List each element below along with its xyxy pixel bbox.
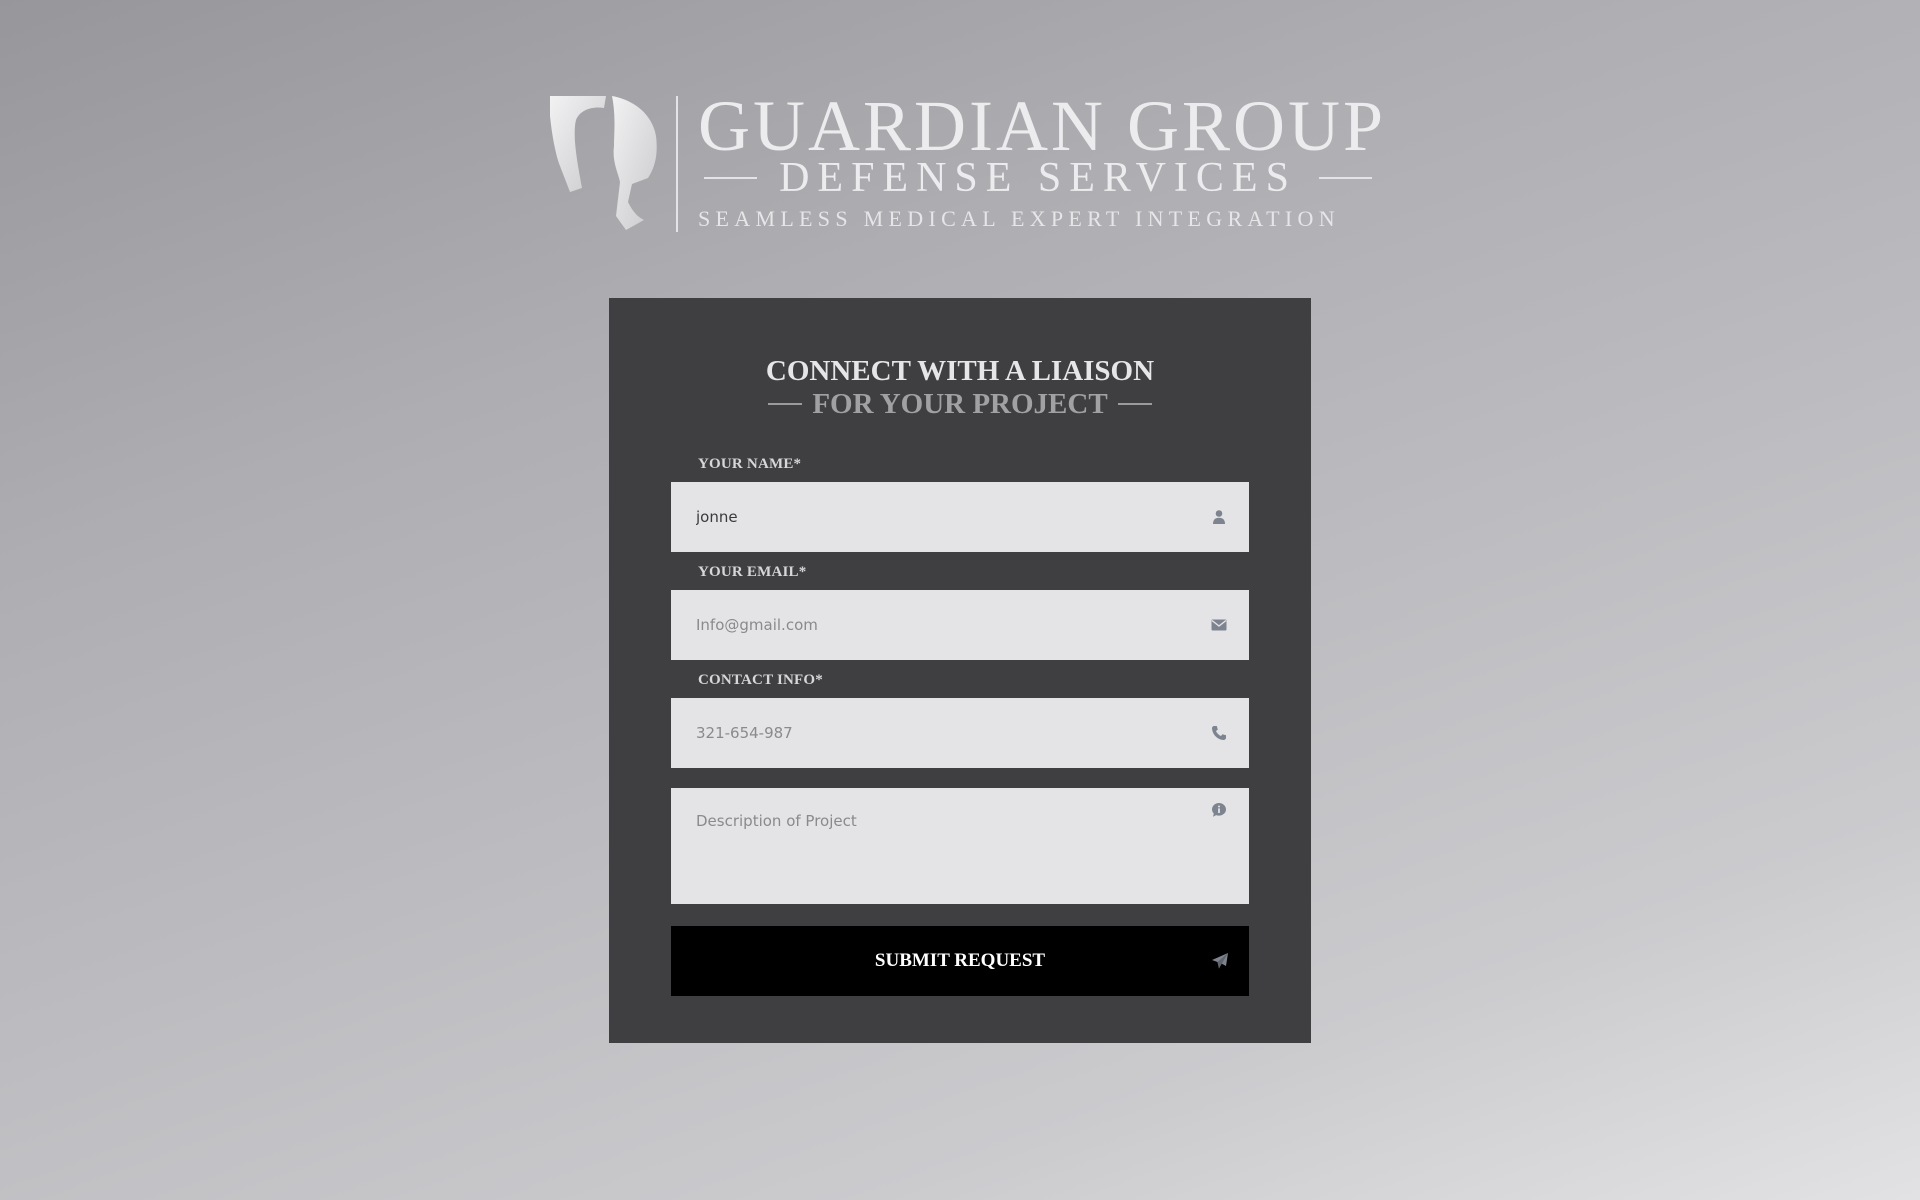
form-heading: CONNECT WITH A LIAISON <box>765 355 1155 387</box>
form-subheading: FOR YOUR PROJECT <box>812 388 1108 420</box>
envelope-icon <box>1211 617 1227 633</box>
logo-subtitle: DEFENSE SERVICES <box>779 155 1297 201</box>
paper-plane-icon <box>1211 952 1229 970</box>
contact-form-card: CONNECT WITH A LIAISON FOR YOUR PROJECT … <box>609 298 1311 1043</box>
contact-label: CONTACT INFO* <box>698 672 823 688</box>
info-bubble-icon <box>1211 802 1227 818</box>
phone-icon <box>1211 725 1227 741</box>
logo-rule-left <box>704 177 758 179</box>
description-field[interactable] <box>671 788 1249 904</box>
description-textarea[interactable] <box>671 788 1249 904</box>
subheading-dash-left <box>768 403 803 405</box>
name-input[interactable] <box>671 482 1249 552</box>
spartan-helmet-icon <box>548 96 660 232</box>
name-label: YOUR NAME* <box>698 456 802 472</box>
contact-field[interactable] <box>671 698 1249 768</box>
logo-rule-right <box>1318 177 1373 179</box>
email-field[interactable] <box>671 590 1249 660</box>
contact-input[interactable] <box>671 698 1249 768</box>
name-field[interactable] <box>671 482 1249 552</box>
subheading-dash-right <box>1117 403 1152 405</box>
logo-tagline: SEAMLESS MEDICAL EXPERT INTEGRATION <box>698 206 1340 231</box>
logo-subtitle-row: DEFENSE SERVICES <box>704 155 1373 201</box>
submit-label: SUBMIT REQUEST <box>874 950 1046 971</box>
email-input[interactable] <box>671 590 1249 660</box>
email-label: YOUR EMAIL* <box>698 564 807 580</box>
form-subheading-row: FOR YOUR PROJECT <box>609 386 1311 422</box>
submit-request-button[interactable]: SUBMIT REQUEST <box>671 926 1249 996</box>
user-icon <box>1211 509 1227 525</box>
logo: GUARDIAN GROUP DEFENSE SERVICES SEAMLESS… <box>548 86 1383 232</box>
logo-divider <box>676 96 678 232</box>
